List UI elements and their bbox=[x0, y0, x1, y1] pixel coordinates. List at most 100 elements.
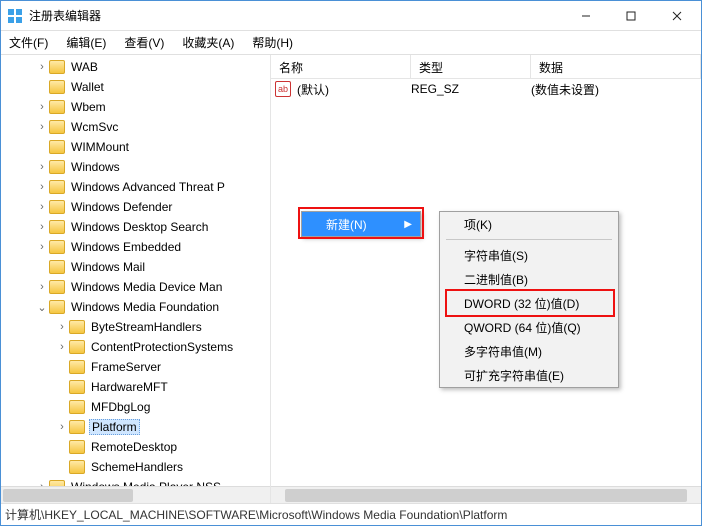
menu-item-new[interactable]: 新建(N) ▶ bbox=[302, 212, 420, 236]
folder-icon bbox=[49, 180, 65, 194]
expand-icon[interactable]: › bbox=[35, 161, 49, 173]
folder-icon bbox=[49, 200, 65, 214]
tree-item[interactable]: ›Windows Embedded bbox=[1, 237, 270, 257]
context-submenu-new: 项(K) 字符串值(S)二进制值(B)DWORD (32 位)值(D)QWORD … bbox=[439, 211, 619, 388]
tree-item[interactable]: › WAB bbox=[1, 57, 270, 77]
tree-item-label: FrameServer bbox=[89, 360, 163, 374]
folder-icon bbox=[69, 340, 85, 354]
folder-icon bbox=[49, 260, 65, 274]
submenu-item[interactable]: 可扩充字符串值(E) bbox=[440, 363, 618, 387]
tree-item[interactable]: Wallet bbox=[1, 77, 270, 97]
expand-icon[interactable]: › bbox=[35, 181, 49, 193]
col-type[interactable]: 类型 bbox=[411, 55, 531, 78]
titlebar[interactable]: 注册表编辑器 bbox=[1, 1, 701, 31]
submenu-item[interactable]: 多字符串值(M) bbox=[440, 339, 618, 363]
folder-icon bbox=[69, 400, 85, 414]
menu-edit[interactable]: 编辑(E) bbox=[62, 32, 110, 53]
menu-item-label: 新建(N) bbox=[326, 216, 367, 233]
tree-item-label: HardwareMFT bbox=[89, 380, 170, 394]
tree-item-label: Wallet bbox=[69, 80, 106, 94]
tree-item-label: Windows Desktop Search bbox=[69, 220, 210, 234]
tree-hscrollbar[interactable] bbox=[1, 486, 270, 503]
menu-file[interactable]: 文件(F) bbox=[5, 32, 52, 53]
folder-icon bbox=[49, 60, 65, 74]
tree-item-label: ContentProtectionSystems bbox=[89, 340, 235, 354]
tree-item[interactable]: WIMMount bbox=[1, 137, 270, 157]
tree-item[interactable]: ⌄Windows Media Foundation bbox=[1, 297, 270, 317]
tree-item[interactable]: SchemeHandlers bbox=[1, 457, 270, 477]
context-menu-new: 新建(N) ▶ bbox=[301, 211, 421, 237]
tree-item[interactable]: › ContentProtectionSystems bbox=[1, 337, 270, 357]
tree-item[interactable]: ›Windows Defender bbox=[1, 197, 270, 217]
maximize-button[interactable] bbox=[608, 1, 653, 30]
close-button[interactable] bbox=[653, 1, 701, 30]
folder-icon bbox=[49, 280, 65, 294]
folder-icon bbox=[49, 140, 65, 154]
menu-view[interactable]: 查看(V) bbox=[120, 32, 168, 53]
folder-icon bbox=[49, 300, 65, 314]
tree-item[interactable]: Windows Mail bbox=[1, 257, 270, 277]
tree-item[interactable]: HardwareMFT bbox=[1, 377, 270, 397]
expand-icon[interactable]: › bbox=[35, 101, 49, 113]
minimize-button[interactable] bbox=[563, 1, 608, 30]
tree-item[interactable]: ›Windows Advanced Threat P bbox=[1, 177, 270, 197]
tree-item[interactable]: › WcmSvc bbox=[1, 117, 270, 137]
tree-item-label: Wbem bbox=[69, 100, 108, 114]
tree-item-label: RemoteDesktop bbox=[89, 440, 179, 454]
submenu-item[interactable]: QWORD (64 位)值(Q) bbox=[440, 315, 618, 339]
folder-icon bbox=[69, 420, 85, 434]
app-icon bbox=[7, 8, 23, 24]
expand-icon[interactable]: › bbox=[35, 281, 49, 293]
tree-item[interactable]: MFDbgLog bbox=[1, 397, 270, 417]
expand-icon[interactable]: › bbox=[35, 241, 49, 253]
values-list[interactable]: ab(默认)REG_SZ(数值未设置) 新建(N) ▶ 项(K) 字符串值(S)二… bbox=[271, 79, 701, 486]
expand-icon[interactable]: › bbox=[55, 341, 69, 353]
folder-icon bbox=[69, 460, 85, 474]
tree-item[interactable]: › Windows Desktop Search bbox=[1, 217, 270, 237]
submenu-item[interactable]: 二进制值(B) bbox=[440, 267, 618, 291]
tree-item-label: Windows Mail bbox=[69, 260, 147, 274]
tree-item-label: Windows Media Device Man bbox=[69, 280, 224, 294]
tree-item[interactable]: ›Windows bbox=[1, 157, 270, 177]
values-pane: 名称 类型 数据 ab(默认)REG_SZ(数值未设置) 新建(N) ▶ 项(K… bbox=[271, 55, 701, 503]
submenu-item[interactable]: 字符串值(S) bbox=[440, 243, 618, 267]
menubar: 文件(F) 编辑(E) 查看(V) 收藏夹(A) 帮助(H) bbox=[1, 31, 701, 55]
tree-item-label: WcmSvc bbox=[69, 120, 120, 134]
tree-item[interactable]: ›Platform bbox=[1, 417, 270, 437]
expand-icon[interactable]: › bbox=[35, 201, 49, 213]
tree-item-label: WAB bbox=[69, 60, 100, 74]
tree-item[interactable]: › Wbem bbox=[1, 97, 270, 117]
string-value-icon: ab bbox=[275, 81, 291, 97]
folder-icon bbox=[49, 80, 65, 94]
value-name: (默认) bbox=[295, 81, 411, 98]
expand-icon[interactable]: › bbox=[35, 61, 49, 73]
list-hscrollbar[interactable] bbox=[271, 486, 701, 503]
registry-tree[interactable]: ›WABWallet›Wbem›WcmSvcWIMMount›Windows›W… bbox=[1, 55, 270, 486]
tree-item[interactable]: RemoteDesktop bbox=[1, 437, 270, 457]
folder-icon bbox=[49, 220, 65, 234]
submenu-item[interactable]: 项(K) bbox=[440, 212, 618, 236]
window-title: 注册表编辑器 bbox=[29, 7, 563, 24]
folder-icon bbox=[49, 100, 65, 114]
expand-icon[interactable]: › bbox=[55, 421, 69, 433]
expand-icon[interactable]: › bbox=[35, 221, 49, 233]
list-header[interactable]: 名称 类型 数据 bbox=[271, 55, 701, 79]
menu-favorites[interactable]: 收藏夹(A) bbox=[178, 32, 238, 53]
expand-icon[interactable]: ⌄ bbox=[35, 301, 49, 314]
expand-icon[interactable]: › bbox=[35, 121, 49, 133]
tree-pane: ›WABWallet›Wbem›WcmSvcWIMMount›Windows›W… bbox=[1, 55, 271, 503]
submenu-item[interactable]: DWORD (32 位)值(D) bbox=[440, 291, 618, 315]
tree-item-label: MFDbgLog bbox=[89, 400, 152, 414]
folder-icon bbox=[49, 160, 65, 174]
expand-icon[interactable]: › bbox=[55, 321, 69, 333]
menu-help[interactable]: 帮助(H) bbox=[248, 32, 297, 53]
tree-item[interactable]: ›ByteStreamHandlers bbox=[1, 317, 270, 337]
tree-item[interactable]: FrameServer bbox=[1, 357, 270, 377]
value-row[interactable]: ab(默认)REG_SZ(数值未设置) bbox=[271, 79, 701, 99]
status-bar: 计算机\HKEY_LOCAL_MACHINE\SOFTWARE\Microsof… bbox=[1, 503, 701, 525]
submenu-arrow-icon: ▶ bbox=[404, 219, 412, 230]
col-data[interactable]: 数据 bbox=[531, 55, 701, 78]
col-name[interactable]: 名称 bbox=[271, 55, 411, 78]
tree-item[interactable]: › Windows Media Device Man bbox=[1, 277, 270, 297]
tree-item[interactable]: ›Windows Media Player NSS bbox=[1, 477, 270, 486]
